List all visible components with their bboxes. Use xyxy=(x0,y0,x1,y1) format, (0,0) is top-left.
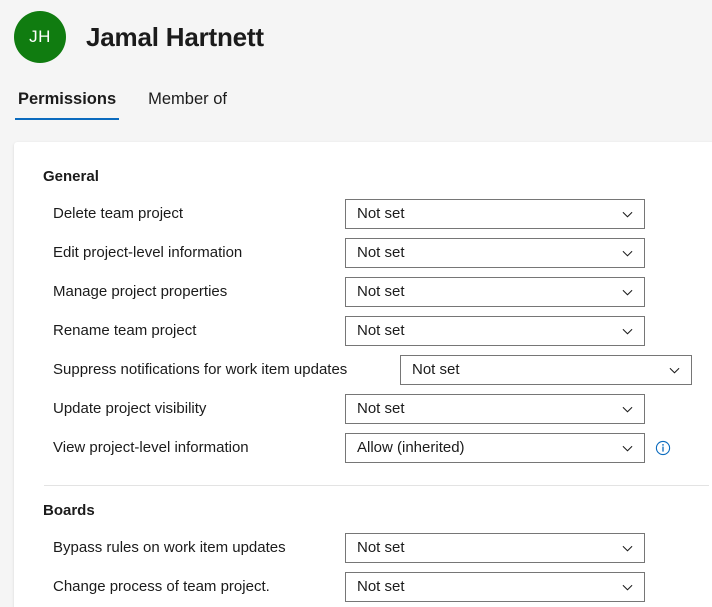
permissions-content: General Delete team project Not set Edit… xyxy=(14,142,712,607)
permission-label: Edit project-level information xyxy=(53,244,243,261)
group-title-general: General xyxy=(43,168,99,185)
permission-label: Update project visibility xyxy=(53,400,207,417)
chevron-down-icon xyxy=(622,287,633,298)
permission-dropdown-value: Not set xyxy=(412,361,460,378)
permission-control: Not set xyxy=(345,276,666,307)
permission-dropdown-value: Not set xyxy=(357,578,405,595)
tab-permissions[interactable]: Permissions xyxy=(15,90,120,120)
permission-dropdown[interactable]: Not set xyxy=(400,354,692,385)
permission-row-update-project-visibility: Update project visibility Not set xyxy=(14,389,712,428)
chevron-down-icon xyxy=(622,248,633,259)
tab-bar: Permissions Member of xyxy=(0,78,712,120)
identity-header: JH Jamal Hartnett xyxy=(0,0,712,63)
permission-label: Change process of team project. xyxy=(53,578,270,595)
permission-row-edit-project-level-information: Edit project-level information Not set xyxy=(14,233,712,272)
permission-dropdown[interactable]: Not set xyxy=(345,393,645,424)
chevron-down-icon xyxy=(622,582,633,593)
group-title-boards: Boards xyxy=(43,502,95,519)
permission-dropdown-value: Not set xyxy=(357,205,405,222)
permissions-card: General Delete team project Not set Edit… xyxy=(14,142,712,607)
permission-control: Not set xyxy=(345,571,666,602)
permission-row-rename-team-project: Rename team project Not set xyxy=(14,311,712,350)
permission-dropdown-value: Not set xyxy=(357,283,405,300)
permission-control: Not set xyxy=(345,393,666,424)
permission-dropdown-value: Not set xyxy=(357,539,405,556)
permission-label: Suppress notifications for work item upd… xyxy=(53,361,348,378)
permission-row-view-project-level-information: View project-level information Allow (in… xyxy=(14,428,712,467)
tab-member-of-label: Member of xyxy=(148,90,227,108)
permission-label: Rename team project xyxy=(53,322,197,339)
chevron-down-icon xyxy=(622,443,633,454)
permission-label: Delete team project xyxy=(53,205,184,222)
page-title: Jamal Hartnett xyxy=(86,21,264,52)
permission-control: Not set xyxy=(345,315,666,346)
permission-dropdown[interactable]: Not set xyxy=(345,276,645,307)
permission-row-suppress-notifications-for-work-item-updates: Suppress notifications for work item upd… xyxy=(14,350,712,389)
permission-dropdown[interactable]: Not set xyxy=(345,237,645,268)
permission-label: Manage project properties xyxy=(53,283,228,300)
permission-control: Not set xyxy=(345,237,666,268)
permission-row-bypass-rules-on-work-item-updates: Bypass rules on work item updates Not se… xyxy=(14,528,712,567)
permission-control: Not set xyxy=(345,532,666,563)
chevron-down-icon xyxy=(622,326,633,337)
permission-row-delete-team-project: Delete team project Not set xyxy=(14,194,712,233)
permission-dropdown[interactable]: Not set xyxy=(345,315,645,346)
permission-dropdown[interactable]: Not set xyxy=(345,571,645,602)
permission-dropdown-value: Not set xyxy=(357,400,405,417)
permission-row-change-process-of-team-project: Change process of team project. Not set xyxy=(14,567,712,606)
permission-dropdown-value: Not set xyxy=(357,322,405,339)
permission-label: Bypass rules on work item updates xyxy=(53,539,286,556)
tab-permissions-label: Permissions xyxy=(18,90,117,108)
permission-dropdown[interactable]: Allow (inherited) xyxy=(345,432,645,463)
permission-dropdown-value: Allow (inherited) xyxy=(357,439,465,456)
permission-label: View project-level information xyxy=(53,439,249,456)
chevron-down-icon xyxy=(622,209,633,220)
permission-row-manage-project-properties: Manage project properties Not set xyxy=(14,272,712,311)
info-icon[interactable] xyxy=(655,440,671,456)
permissions-page: JH Jamal Hartnett Permissions Member of … xyxy=(0,0,712,607)
permission-dropdown-value: Not set xyxy=(357,244,405,261)
chevron-down-icon xyxy=(622,543,633,554)
avatar: JH xyxy=(14,11,66,63)
permission-control: Not set xyxy=(345,198,666,229)
tab-member-of[interactable]: Member of xyxy=(145,90,230,120)
permission-control: Allow (inherited) xyxy=(345,432,692,463)
permission-control: Not set xyxy=(400,354,712,385)
chevron-down-icon xyxy=(622,404,633,415)
chevron-down-icon xyxy=(669,365,680,376)
permission-dropdown[interactable]: Not set xyxy=(345,198,645,229)
permission-dropdown[interactable]: Not set xyxy=(345,532,645,563)
section-divider xyxy=(44,485,709,486)
